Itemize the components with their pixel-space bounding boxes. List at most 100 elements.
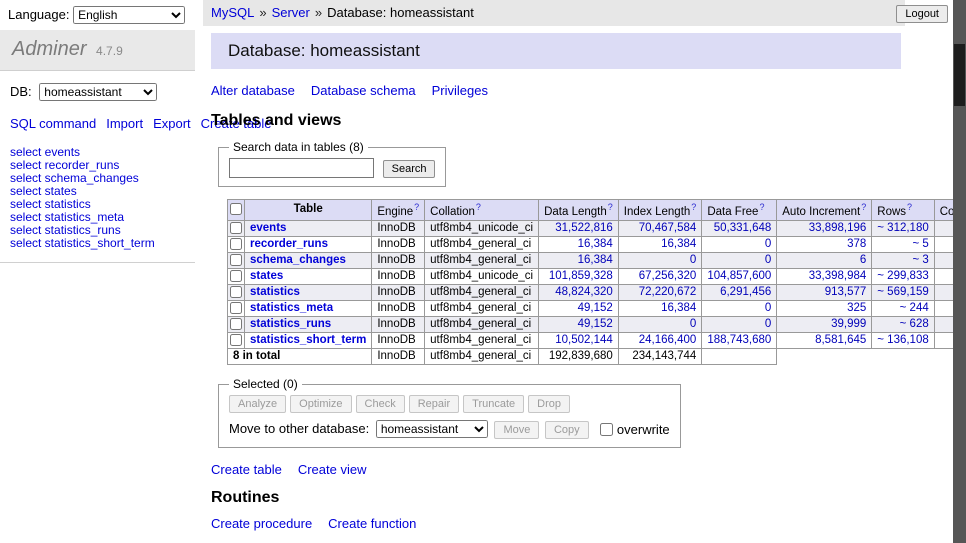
table-name-link[interactable]: schema_changes <box>250 254 346 266</box>
cell-index_length: 0 <box>618 317 702 333</box>
main-area: MySQL » Server » Database: homeassistant Dat… <box>203 0 915 543</box>
cell-engine: InnoDB <box>372 333 425 349</box>
selected-action-button[interactable]: Truncate <box>463 395 524 413</box>
breadcrumb-current: Database: homeassistant <box>327 5 474 20</box>
database-links: Alter database Database schema Privileges <box>211 83 915 98</box>
create-links: Create table Create view <box>211 462 915 477</box>
cell-data_length: 49,152 <box>539 317 619 333</box>
breadcrumb-separator: » <box>315 5 322 20</box>
tables-foot: 8 in totalInnoDButf8mb4_general_ci192,83… <box>228 349 966 365</box>
cell-rows: ~ 299,833 <box>872 268 934 284</box>
table-row: statistics_metaInnoDButf8mb4_general_ci4… <box>228 300 966 316</box>
routines-links: Create procedure Create function <box>211 516 915 531</box>
selected-legend: Selected (0) <box>229 377 302 391</box>
language-label: Language: <box>8 7 69 22</box>
overwrite-label[interactable]: overwrite <box>617 422 670 437</box>
breadcrumb-server-link[interactable]: Server <box>272 5 310 20</box>
search-button[interactable]: Search <box>383 160 436 178</box>
page: Language: English Adminer 4.7.9 DB: home… <box>0 0 966 543</box>
scrollbar-thumb[interactable] <box>954 44 965 106</box>
column-header: Data Free? <box>702 200 777 221</box>
row-checkbox[interactable] <box>230 334 242 346</box>
cell-table-name: statistics <box>245 284 372 300</box>
database-link[interactable]: Database schema <box>311 83 416 98</box>
copy-button[interactable]: Copy <box>545 421 589 439</box>
cell-data_free: 50,331,648 <box>702 220 777 236</box>
column-help-link[interactable]: ? <box>861 202 866 212</box>
sidebar-action-link[interactable]: SQL command <box>10 116 96 131</box>
db-select[interactable]: homeassistant <box>39 83 157 101</box>
selected-action-button[interactable]: Check <box>356 395 405 413</box>
logout-button[interactable]: Logout <box>896 5 948 23</box>
search-legend: Search data in tables (8) <box>229 140 368 154</box>
column-help-link[interactable]: ? <box>476 202 481 212</box>
cell-index_length: 67,256,320 <box>618 268 702 284</box>
database-link[interactable]: Privileges <box>432 83 488 98</box>
cell-data_length: 48,824,320 <box>539 284 619 300</box>
breadcrumb-separator: » <box>259 5 266 20</box>
column-help-link[interactable]: ? <box>414 202 419 212</box>
breadcrumb-mysql-link[interactable]: MySQL <box>211 5 254 20</box>
cell-rows: ~ 569,159 <box>872 284 934 300</box>
overwrite-checkbox[interactable] <box>600 423 613 436</box>
sidebar-action-link[interactable]: Export <box>153 116 191 131</box>
tables-overview-table: TableEngine?Collation?Data Length?Index … <box>227 199 966 365</box>
selected-action-button[interactable]: Drop <box>528 395 570 413</box>
column-help-link[interactable]: ? <box>759 202 764 212</box>
app-name[interactable]: Adminer <box>12 38 86 60</box>
window-scrollbar[interactable] <box>953 0 966 543</box>
selected-action-button[interactable]: Repair <box>409 395 459 413</box>
routine-link[interactable]: Create function <box>328 516 416 531</box>
table-name-link[interactable]: statistics_runs <box>250 318 331 330</box>
row-checkbox[interactable] <box>230 318 242 330</box>
cell-data_length: 16,384 <box>539 252 619 268</box>
db-row: DB: homeassistant <box>0 71 195 103</box>
language-select[interactable]: English <box>73 6 185 24</box>
create-link[interactable]: Create view <box>298 462 367 477</box>
cell-table-name: schema_changes <box>245 252 372 268</box>
table-name-link[interactable]: states <box>250 270 283 282</box>
cell-index_length: 24,166,400 <box>618 333 702 349</box>
database-link[interactable]: Alter database <box>211 83 295 98</box>
sidebar-action-link[interactable]: Import <box>106 116 143 131</box>
row-checkbox[interactable] <box>230 254 242 266</box>
table-name-link[interactable]: events <box>250 222 286 234</box>
move-button[interactable]: Move <box>494 421 539 439</box>
sidebar-select-link[interactable]: select statistics_short_term <box>10 237 185 250</box>
row-checkbox[interactable] <box>230 302 242 314</box>
total-data-length: 192,839,680 <box>539 349 619 365</box>
total-index-length: 234,143,744 <box>618 349 702 365</box>
cell-index_length: 72,220,672 <box>618 284 702 300</box>
table-name-link[interactable]: statistics_meta <box>250 302 333 314</box>
total-label: 8 in total <box>228 349 372 365</box>
column-help-link[interactable]: ? <box>691 202 696 212</box>
column-help-link[interactable]: ? <box>907 202 912 212</box>
table-name-link[interactable]: recorder_runs <box>250 238 328 250</box>
column-help-link[interactable]: ? <box>608 202 613 212</box>
cell-engine: InnoDB <box>372 220 425 236</box>
column-header: Engine? <box>372 200 425 221</box>
routine-link[interactable]: Create procedure <box>211 516 312 531</box>
table-name-link[interactable]: statistics <box>250 286 300 298</box>
row-checkbox[interactable] <box>230 222 242 234</box>
row-checkbox[interactable] <box>230 270 242 282</box>
row-checkbox[interactable] <box>230 238 242 250</box>
selected-action-button[interactable]: Analyze <box>229 395 286 413</box>
select-all-checkbox[interactable] <box>230 203 242 215</box>
search-input[interactable] <box>229 158 374 178</box>
select-all-cell <box>228 200 245 221</box>
selected-action-button[interactable]: Optimize <box>290 395 351 413</box>
cell-index_length: 0 <box>618 252 702 268</box>
cell-auto_increment: 8,581,645 <box>777 333 872 349</box>
cell-index_length: 70,467,584 <box>618 220 702 236</box>
column-header-label: Index Length <box>624 206 691 218</box>
total-engine: InnoDB <box>372 349 425 365</box>
column-header-label: Auto Increment <box>782 206 860 218</box>
column-header: Rows? <box>872 200 934 221</box>
create-link[interactable]: Create table <box>211 462 282 477</box>
cell-checkbox <box>228 252 245 268</box>
cell-data_length: 101,859,328 <box>539 268 619 284</box>
row-checkbox[interactable] <box>230 286 242 298</box>
table-name-link[interactable]: statistics_short_term <box>250 334 366 346</box>
move-db-select[interactable]: homeassistant <box>376 420 488 438</box>
